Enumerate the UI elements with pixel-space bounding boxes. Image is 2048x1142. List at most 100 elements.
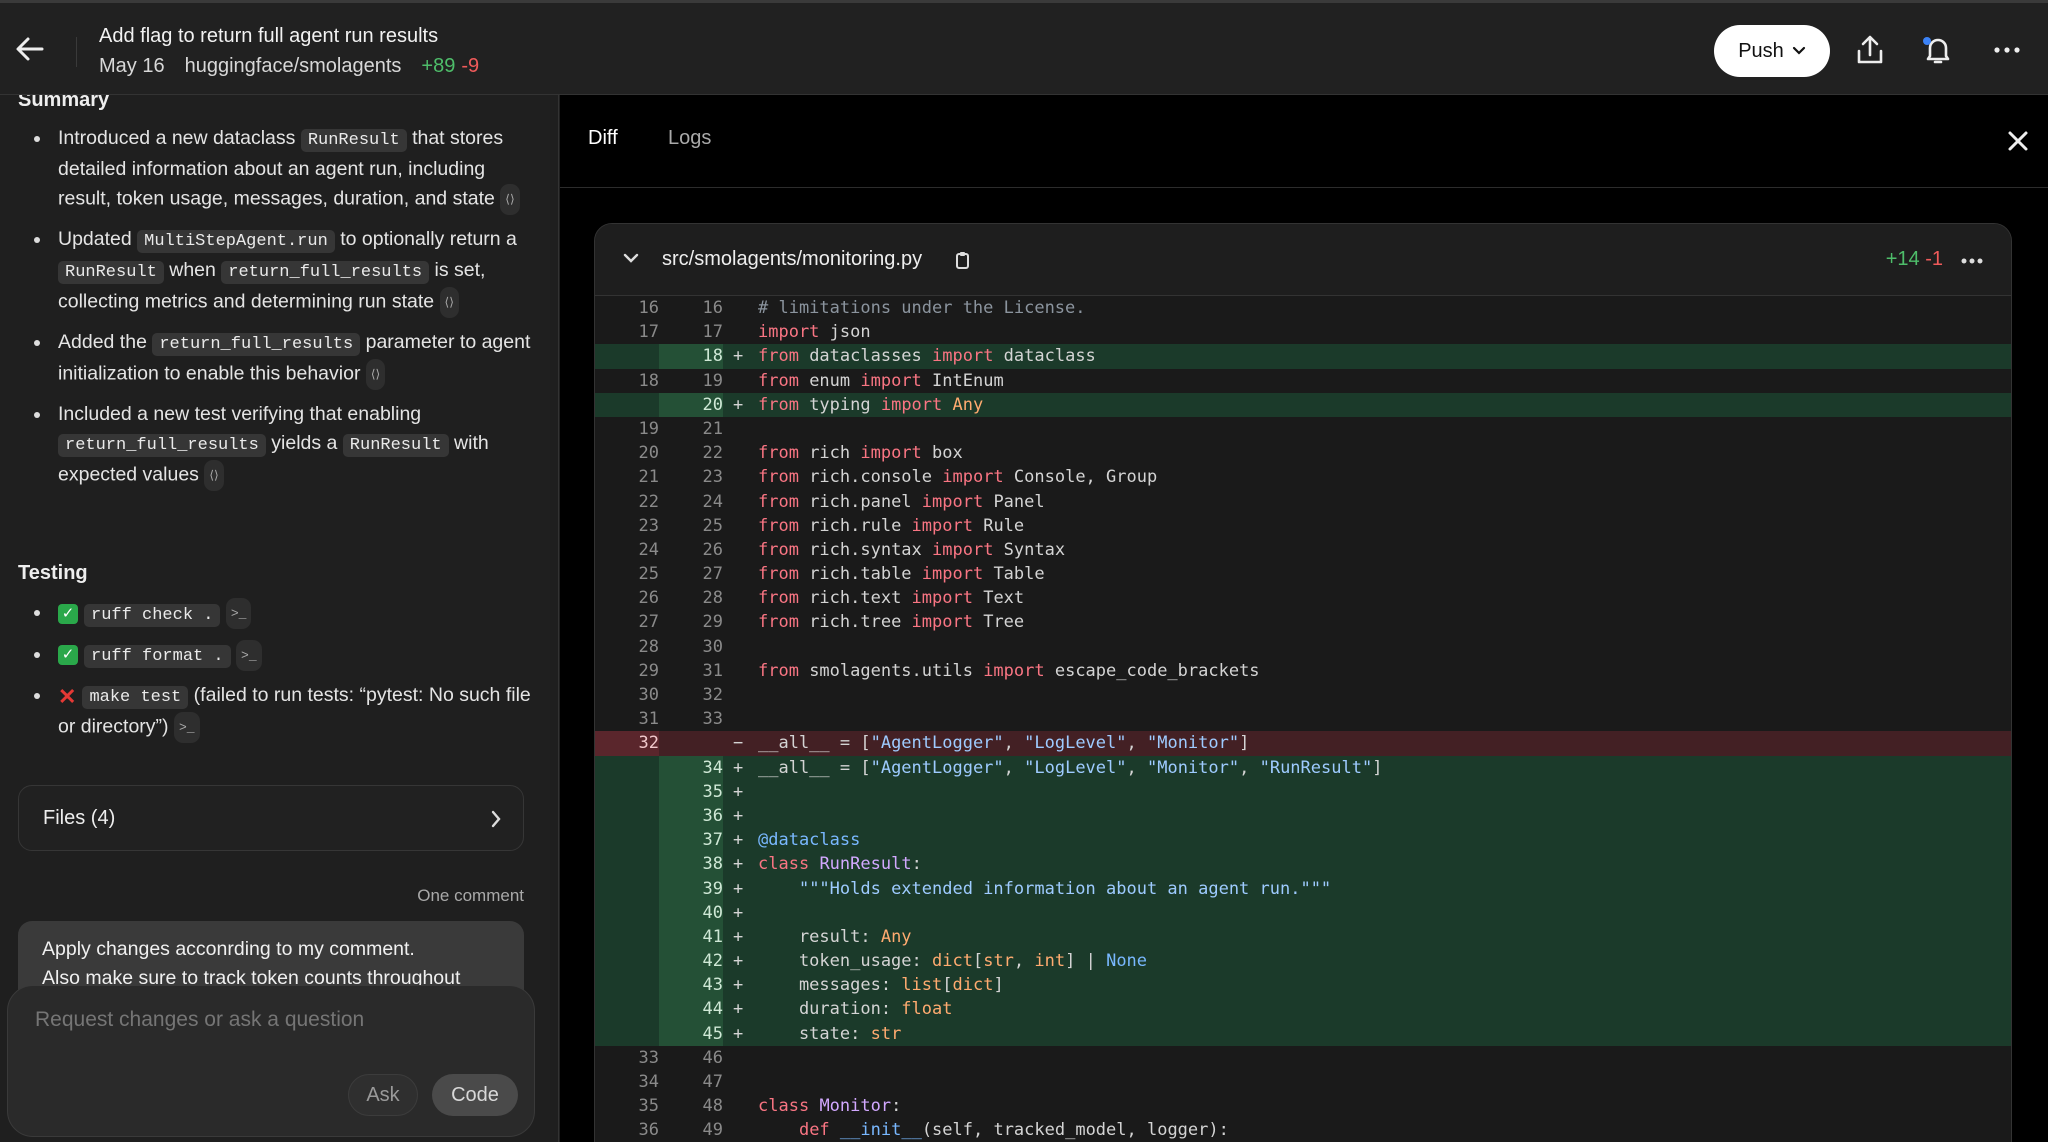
diff-line-added: 38 + class RunResult: [595, 852, 2011, 877]
comment-text: Apply changes acconrding to my comment. … [42, 938, 461, 989]
citation-icon[interactable]: ⟨⟩ [365, 359, 386, 390]
new-line-number: 34 [702, 757, 723, 778]
new-line-number: 44 [702, 999, 723, 1020]
chevron-down-icon[interactable] [619, 246, 643, 270]
more-icon[interactable] [1990, 33, 2024, 67]
diff-code: 16 16 # limitations under the License. 17 17… [595, 296, 2011, 1142]
new-line-number: 28 [702, 588, 723, 609]
cross-icon: ✕ [58, 683, 77, 709]
diff-sign: + [733, 975, 744, 996]
request-input[interactable] [35, 1008, 505, 1032]
diff-sign: + [733, 1023, 744, 1044]
diff-line: 16 16 # limitations under the License. [595, 296, 2011, 320]
arrow-left-icon[interactable] [14, 33, 46, 65]
code-text: from rich.console import Console, Group [758, 467, 1158, 488]
terminal-icon[interactable]: >_ [225, 598, 252, 629]
old-line-number: 23 [638, 515, 659, 536]
diff-line-added: 42 + token_usage: dict[str, int] | None [595, 949, 2011, 974]
code-text: class RunResult: [758, 854, 922, 875]
code-text: __all__ = ["AgentLogger", "LogLevel", "M… [758, 733, 1250, 754]
code-text: state: str [758, 1023, 902, 1044]
diff-sign: + [733, 757, 744, 778]
diff-line: 33 46 [595, 1046, 2011, 1070]
old-line-number: 32 [638, 733, 659, 754]
summary-item: Introduced a new dataclass RunResult tha… [0, 124, 540, 215]
push-label: Push [1738, 39, 1784, 62]
diff-sign: + [733, 878, 744, 899]
terminal-icon[interactable]: >_ [173, 712, 200, 744]
citation-icon[interactable]: ⟨⟩ [439, 287, 459, 318]
diff-line-added: 18 + from dataclasses import dataclass [595, 344, 2011, 369]
diff-line: 36 49 def __init__(self, tracked_model, l… [595, 1118, 2011, 1142]
diff-line: 27 29 from rich.tree import Tree [595, 610, 2011, 634]
files-button[interactable]: Files (4) [18, 785, 524, 851]
new-line-number: 16 [702, 298, 723, 318]
new-line-number: 25 [702, 515, 723, 536]
task-title: Add flag to return full agent run result… [99, 25, 439, 47]
code-text: duration: float [758, 999, 953, 1020]
code-button[interactable]: Code [432, 1074, 518, 1116]
file-stats: +14 -1 [1886, 248, 1943, 271]
file-path: src/smolagents/monitoring.py [662, 248, 923, 270]
file-additions: +14 [1885, 248, 1920, 270]
code-text: from dataclasses import dataclass [758, 346, 1096, 367]
old-line-number: 19 [638, 418, 659, 439]
old-line-number: 22 [638, 491, 659, 512]
diff-line: 35 48 class Monitor: [595, 1094, 2011, 1118]
summary-item: Included a new test verifying that enabl… [0, 400, 540, 491]
old-line-number: 25 [638, 564, 659, 585]
tab-logs[interactable]: Logs [668, 127, 711, 150]
repo-name: huggingface/smolagents [184, 55, 402, 77]
top-bar: Add flag to return full agent run result… [0, 0, 2048, 95]
ask-button[interactable]: Ask [348, 1074, 418, 1116]
new-line-number: 20 [702, 394, 723, 415]
close-icon[interactable] [2002, 125, 2034, 157]
diff-line: 30 32 [595, 683, 2011, 707]
old-line-number: 27 [638, 612, 659, 633]
diff-sign: + [733, 805, 744, 826]
citation-icon[interactable]: ⟨⟩ [204, 460, 224, 491]
code-text: from smolagents.utils import escape_code… [758, 660, 1260, 681]
diff-line: 20 22 from rich import box [595, 441, 2011, 465]
code-text: from rich.syntax import Syntax [758, 539, 1066, 560]
diff-sign: + [733, 346, 744, 367]
file-deletions: -1 [1925, 248, 1943, 270]
code-text: __all__ = ["AgentLogger", "LogLevel", "M… [758, 757, 1383, 778]
new-line-number: 38 [702, 854, 723, 875]
new-line-number: 46 [702, 1047, 723, 1068]
code-text: result: Any [758, 926, 912, 947]
citation-icon[interactable]: ⟨⟩ [500, 184, 520, 215]
new-line-number: 45 [702, 1023, 723, 1044]
diff-line-added: 37 + @dataclass [595, 828, 2011, 853]
diff-sign: + [733, 951, 744, 972]
new-line-number: 21 [702, 418, 723, 439]
task-date: May 16 [99, 55, 165, 77]
push-button[interactable]: Push [1714, 25, 1830, 77]
new-line-number: 27 [702, 564, 723, 585]
deletions-count: -9 [461, 55, 480, 77]
tab-diff[interactable]: Diff [588, 127, 618, 150]
diff-line-added: 45 + state: str [595, 1021, 2011, 1046]
diff-line: 22 24 from rich.panel import Panel [595, 490, 2011, 514]
new-line-number: 26 [702, 539, 723, 560]
more-icon[interactable] [1961, 258, 1983, 264]
diff-line-added: 41 + result: Any [595, 924, 2011, 950]
diff-panel: Diff Logs src/smolagents/monitoring.py +… [560, 95, 2048, 1142]
diff-line-added: 34 + __all__ = ["AgentLogger", "LogLevel",… [595, 755, 2011, 780]
share-icon[interactable] [1853, 33, 1887, 67]
summary-item: Updated MultiStepAgent.run to optionally… [0, 225, 540, 318]
new-line-number: 49 [702, 1120, 723, 1141]
code-text: """Holds extended information about an a… [798, 878, 1332, 899]
old-line-number: 30 [638, 685, 659, 705]
old-line-number: 18 [638, 370, 659, 391]
code-text: from rich.text import Text [758, 588, 1025, 609]
diff-line-added: 39 + """Holds extended information about … [595, 876, 2011, 901]
terminal-icon[interactable]: >_ [236, 639, 262, 671]
diff-line: 28 30 [595, 635, 2011, 659]
testing-list: ✓ ruff check . >_ ✓ ruff format . >_ ✕ make… [0, 598, 540, 753]
copy-icon[interactable] [954, 250, 972, 270]
composer[interactable]: Ask Code [7, 985, 535, 1137]
diff-line-added: 20 + from typing import Any [595, 392, 2011, 417]
old-line-number: 17 [638, 322, 659, 343]
testing-heading: Testing [18, 562, 88, 584]
